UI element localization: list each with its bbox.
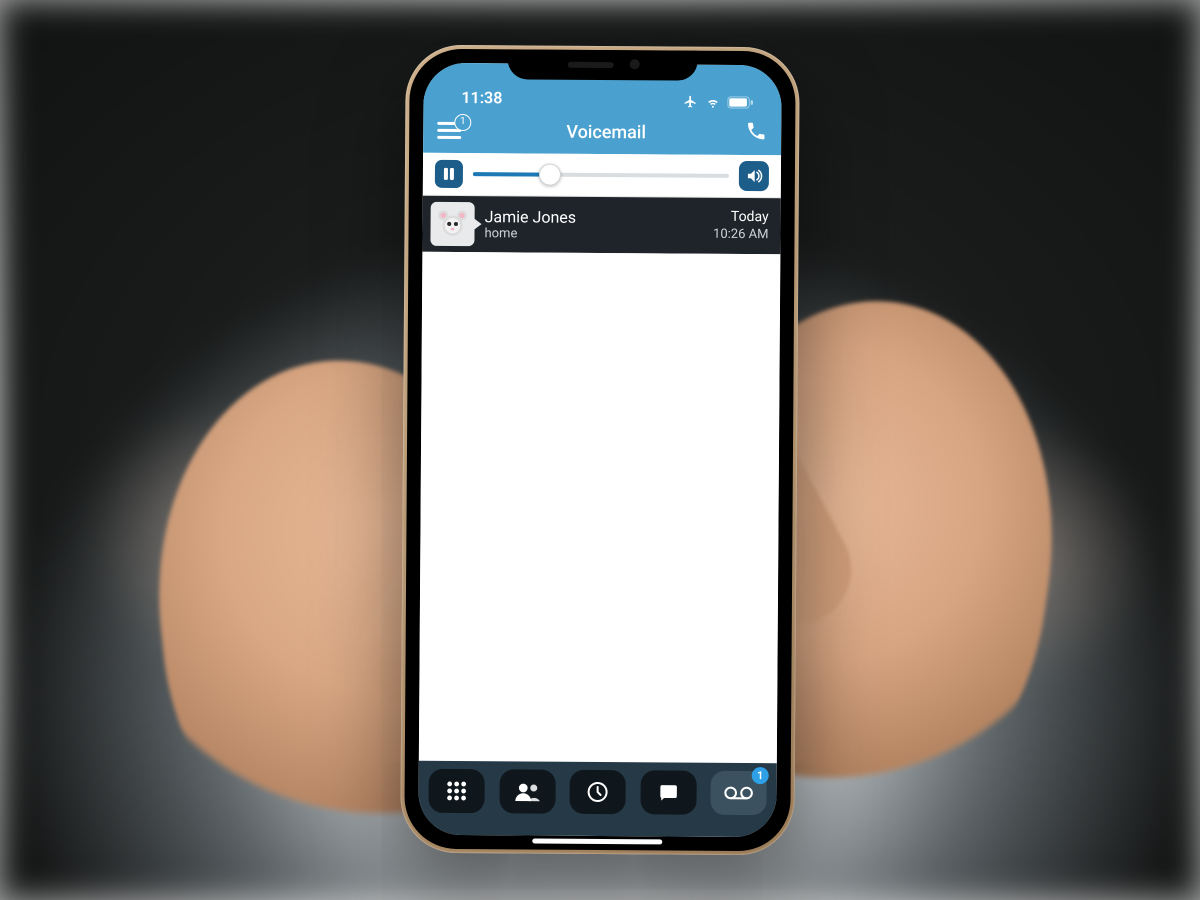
menu-button[interactable]: 1 [437, 119, 467, 143]
empty-content-area [419, 252, 781, 763]
menu-badge: 1 [454, 114, 471, 131]
page-title: Voicemail [566, 121, 646, 143]
battery-icon [727, 95, 753, 108]
voicemail-caller-name: Jamie Jones [485, 207, 704, 228]
voicemail-icon [724, 784, 754, 802]
memoji-icon [435, 207, 469, 241]
phone-frame: 11:38 [400, 45, 800, 856]
pause-icon [442, 167, 456, 181]
chat-icon [656, 781, 680, 803]
tab-keypad[interactable] [428, 769, 484, 813]
progress-slider[interactable] [473, 164, 729, 186]
voicemail-time: 10:26 AM [713, 226, 769, 243]
phone-notch [508, 49, 698, 80]
wifi-icon [704, 95, 721, 108]
status-time: 11:38 [461, 88, 502, 107]
avatar [430, 202, 474, 246]
tab-voicemail[interactable]: 1 [710, 771, 766, 815]
phone-icon [745, 120, 767, 142]
keypad-icon [445, 779, 469, 803]
call-button[interactable] [745, 120, 767, 146]
voicemail-row[interactable]: Jamie Jones home Today 10:26 AM [422, 196, 780, 254]
pause-button[interactable] [435, 160, 463, 188]
voicemail-caller-label: home [484, 226, 703, 243]
tab-contacts[interactable] [499, 769, 555, 813]
home-indicator[interactable] [532, 839, 662, 845]
tab-messages[interactable] [640, 770, 696, 814]
voicemail-day: Today [713, 209, 769, 227]
bubble-tip [474, 218, 482, 230]
voicemail-badge: 1 [752, 767, 769, 784]
airplane-mode-icon [682, 95, 698, 109]
speaker-button[interactable] [739, 161, 769, 191]
speaker-icon [745, 167, 763, 185]
contacts-icon [513, 780, 541, 802]
clock-icon [586, 780, 610, 804]
playback-bar [423, 153, 781, 198]
tab-recents[interactable] [569, 770, 625, 814]
progress-thumb[interactable] [539, 164, 561, 186]
tab-bar: 1 [418, 761, 777, 837]
